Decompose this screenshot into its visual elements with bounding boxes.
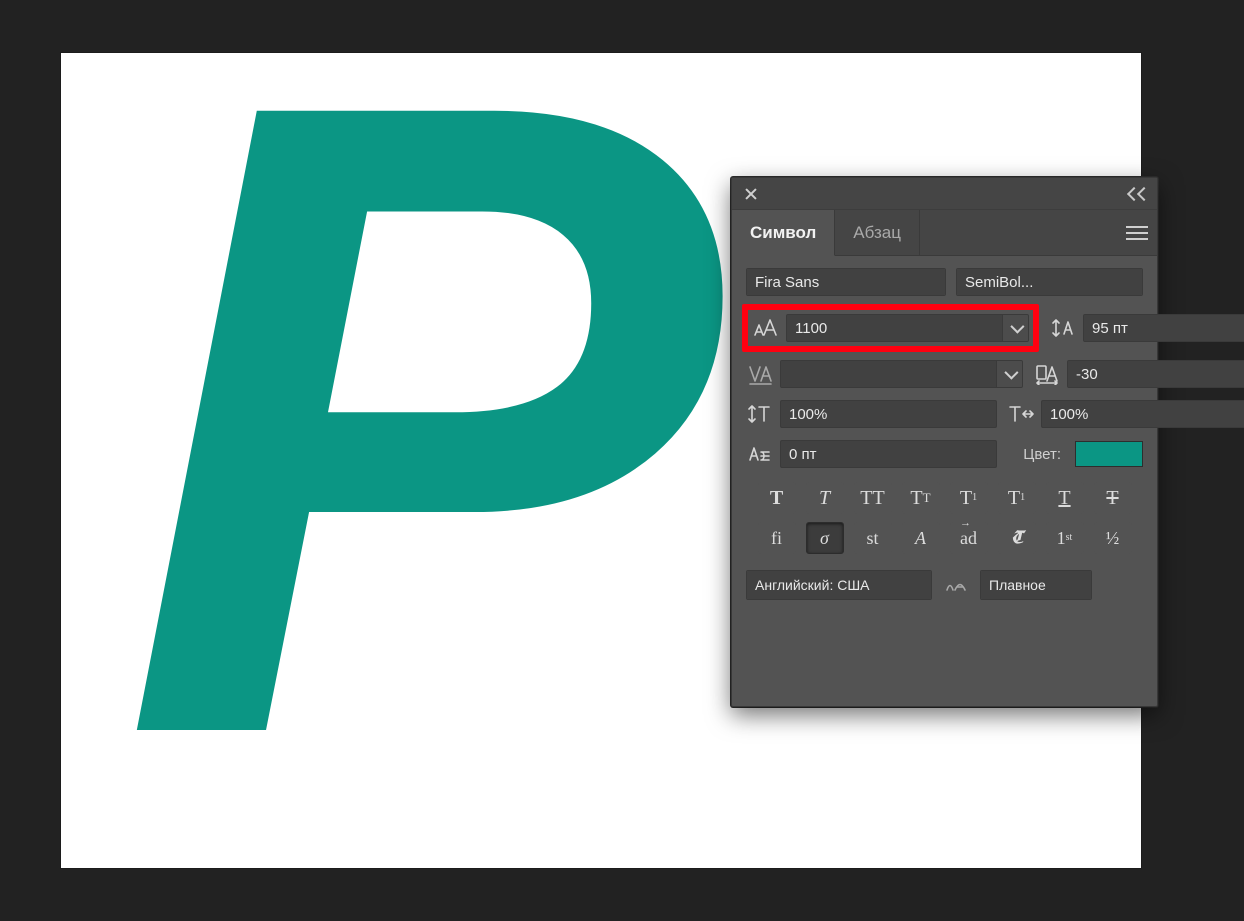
sample-glyph: P <box>121 0 701 868</box>
vertical-scale-icon <box>746 403 774 425</box>
subscript-button[interactable]: T1 <box>998 482 1036 514</box>
ordinals-button[interactable]: 1st <box>1046 522 1084 554</box>
kerning-combo[interactable] <box>780 360 1023 388</box>
ligatures-button[interactable]: fi <box>758 522 796 554</box>
underline-button[interactable]: T <box>1046 482 1084 514</box>
panel-header <box>732 178 1157 210</box>
font-size-combo[interactable] <box>786 314 1029 342</box>
antialias-icon <box>942 575 970 595</box>
tab-paragraph[interactable]: Абзац <box>835 210 920 255</box>
tracking-combo[interactable] <box>1067 360 1244 388</box>
stylistic-alt-button[interactable]: st <box>854 522 892 554</box>
horizontal-scale-input[interactable] <box>1041 400 1244 428</box>
vertical-scale-input[interactable] <box>780 400 997 428</box>
language-combo[interactable] <box>746 570 932 600</box>
panel-tabs: Символ Абзац <box>732 210 1157 256</box>
antialias-input[interactable] <box>981 571 1092 599</box>
opentype-row: fi σ st A a→d T 1st ½ <box>746 522 1143 554</box>
chevron-down-icon <box>1010 320 1024 334</box>
italic-button[interactable]: T <box>806 482 844 514</box>
type-style-row: T T TT TT T1 T1 T T <box>746 482 1143 514</box>
tracking-input[interactable] <box>1068 361 1244 387</box>
hamburger-icon <box>1126 226 1148 240</box>
bold-button[interactable]: T <box>758 482 796 514</box>
font-size-highlight <box>742 304 1039 352</box>
superscript-button[interactable]: T1 <box>950 482 988 514</box>
baseline-shift-icon <box>746 443 774 465</box>
character-panel: Символ Абзац <box>731 177 1158 707</box>
text-color-swatch[interactable] <box>1075 441 1143 467</box>
font-family-combo[interactable] <box>746 268 946 296</box>
panel-collapse-icon[interactable] <box>1129 187 1151 201</box>
language-input[interactable] <box>747 571 932 599</box>
leading-input[interactable] <box>1084 315 1244 341</box>
kerning-dropdown-button[interactable] <box>996 361 1022 387</box>
language-antialias-row <box>746 570 1143 600</box>
tracking-icon <box>1033 363 1061 385</box>
color-label: Цвет: <box>1023 446 1061 463</box>
fractions-button[interactable]: ½ <box>1094 522 1132 554</box>
baseline-shift-input[interactable] <box>780 440 997 468</box>
panel-body: Цвет: T T TT TT T1 T1 T T fi σ st A a→d … <box>732 256 1157 614</box>
antialias-combo[interactable] <box>980 570 1092 600</box>
discretionary-lig-button[interactable]: a→d <box>950 522 988 554</box>
leading-icon <box>1049 317 1077 339</box>
panel-close-icon[interactable] <box>742 185 760 203</box>
font-style-input[interactable] <box>957 269 1143 295</box>
allcaps-button[interactable]: TT <box>854 482 892 514</box>
chevron-down-icon <box>1004 366 1018 380</box>
font-size-input[interactable] <box>787 315 1002 341</box>
contextual-alt-button[interactable]: σ <box>806 522 844 554</box>
smallcaps-button[interactable]: TT <box>902 482 940 514</box>
font-size-dropdown-button[interactable] <box>1002 315 1028 341</box>
panel-flyout-menu[interactable] <box>1117 210 1157 255</box>
tab-character[interactable]: Символ <box>732 210 835 256</box>
font-style-combo[interactable] <box>956 268 1143 296</box>
titling-alt-button[interactable]: T <box>998 522 1036 554</box>
leading-combo[interactable] <box>1083 314 1244 342</box>
kerning-input[interactable] <box>781 361 996 387</box>
kerning-icon <box>746 363 774 385</box>
swash-button[interactable]: A <box>902 522 940 554</box>
strikethrough-button[interactable]: T <box>1094 482 1132 514</box>
font-family-input[interactable] <box>747 269 946 295</box>
font-size-icon <box>752 317 780 339</box>
horizontal-scale-icon <box>1007 403 1035 425</box>
